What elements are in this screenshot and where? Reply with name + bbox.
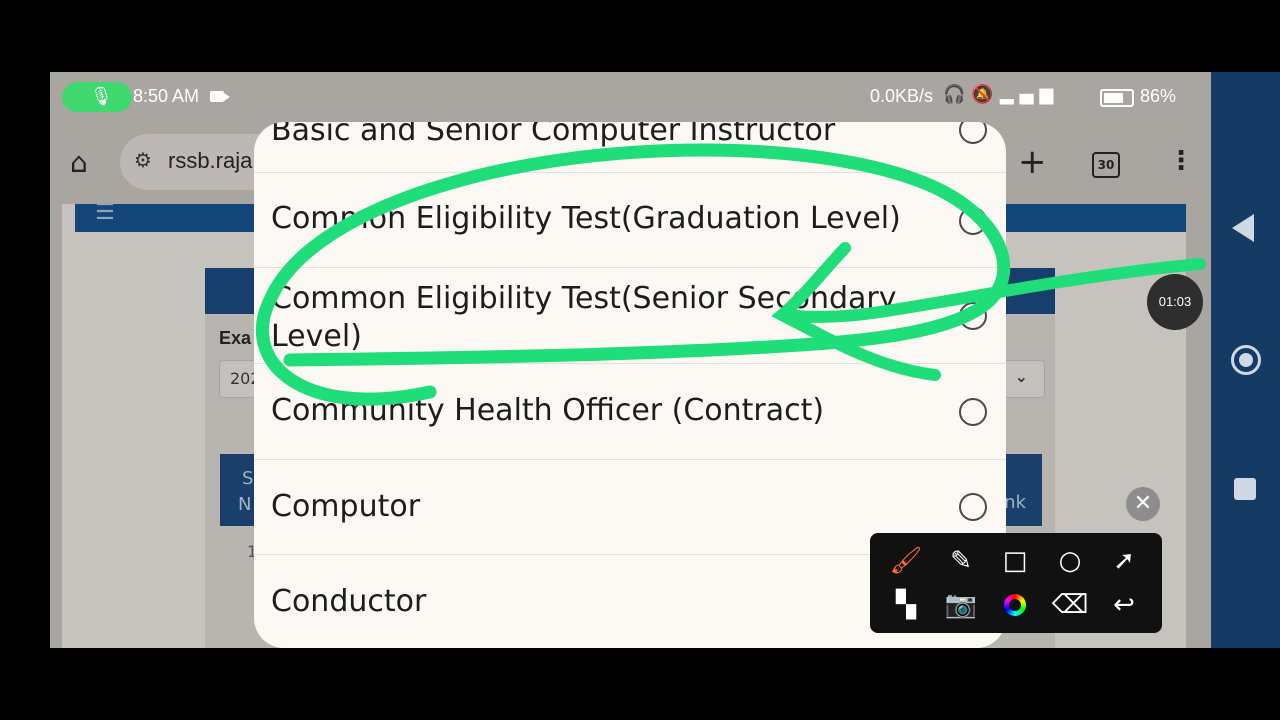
option-row[interactable]: Basic and Senior Computer Instructor (254, 122, 1006, 173)
color-picker-center (1009, 599, 1021, 611)
eraser-icon[interactable]: ⌫ (1050, 585, 1090, 625)
header-s: S (242, 468, 254, 489)
headphones-icon: 🎧 (943, 84, 972, 105)
home-icon[interactable]: ⌂ (70, 146, 88, 179)
close-icon[interactable]: ✕ (1126, 487, 1160, 521)
radio-button[interactable] (959, 302, 987, 330)
option-row[interactable]: Common Eligibility Test(Graduation Level… (254, 172, 1006, 268)
mute-icon: 🔕 (971, 84, 1000, 105)
option-label: Conductor (271, 584, 427, 619)
hamburger-icon[interactable]: ☰ (95, 200, 115, 225)
back-icon[interactable] (1232, 214, 1254, 242)
camera-icon[interactable]: 📷 (941, 585, 981, 625)
magic-eraser-icon[interactable]: ✎ (941, 541, 981, 581)
mosaic-icon[interactable]: ▚ (886, 585, 926, 625)
battery-percent: 86% (1140, 86, 1177, 106)
exam-label: Exa (219, 328, 252, 348)
option-label: Basic and Senior Computer Instructor (271, 122, 836, 148)
rectangle-icon[interactable]: □ (995, 541, 1035, 581)
option-label: Community Health Officer (Contract) (271, 393, 825, 428)
new-tab-icon[interactable]: + (1018, 142, 1047, 182)
undo-icon[interactable]: ↩ (1104, 585, 1144, 625)
radio-button[interactable] (959, 398, 987, 426)
option-row[interactable]: Common Eligibility Test(Senior Secondary… (254, 268, 1006, 364)
mic-indicator: 🎙 (62, 82, 132, 112)
site-settings-icon[interactable]: ⚙ (134, 148, 152, 172)
chevron-down-icon: ⌄ (1014, 367, 1028, 386)
home-nav-icon[interactable] (1231, 345, 1261, 375)
header-n: N (238, 494, 252, 515)
option-label: Common Eligibility Test(Senior Secondary… (271, 281, 897, 354)
signal-icon: ▂▄▆ (999, 84, 1060, 105)
tab-count-button[interactable]: 30 (1092, 152, 1120, 178)
url-text: rssb.raja (168, 148, 253, 173)
option-label: Computor (271, 489, 421, 524)
drawing-toolbar: 🖌 ✎ □ ○ ➚ ▚ 📷 ⌫ ↩ (870, 533, 1162, 633)
network-speed: 0.0KB/s (870, 86, 934, 106)
battery-icon (1100, 89, 1134, 107)
header-link: nk (1004, 492, 1026, 513)
home-nav-dot (1239, 353, 1253, 367)
radio-button[interactable] (959, 493, 987, 521)
status-time: 8:50 AM (133, 86, 200, 106)
color-picker-icon[interactable] (1004, 594, 1026, 616)
brush-icon[interactable]: 🖌 (886, 541, 926, 581)
arrow-icon[interactable]: ➚ (1104, 541, 1144, 581)
status-icons: 🎧🔕▂▄▆ (943, 84, 1059, 105)
microphone-icon: 🎙 (90, 86, 113, 107)
option-label: Common Eligibility Test(Graduation Level… (271, 201, 901, 236)
menu-kebab-icon[interactable]: ⋮ (1168, 146, 1194, 176)
status-bar: 🎙 8:50 AM 0.0KB/s 🎧🔕▂▄▆ 86% (50, 72, 1211, 122)
recording-timer: 01:03 (1147, 274, 1203, 330)
option-row[interactable]: Community Health Officer (Contract) (254, 364, 1006, 460)
circle-icon[interactable]: ○ (1050, 541, 1090, 581)
video-record-icon (210, 91, 230, 102)
recents-icon[interactable] (1234, 478, 1256, 500)
radio-button[interactable] (959, 207, 987, 235)
radio-button[interactable] (959, 122, 987, 144)
battery-fill (1104, 93, 1123, 103)
